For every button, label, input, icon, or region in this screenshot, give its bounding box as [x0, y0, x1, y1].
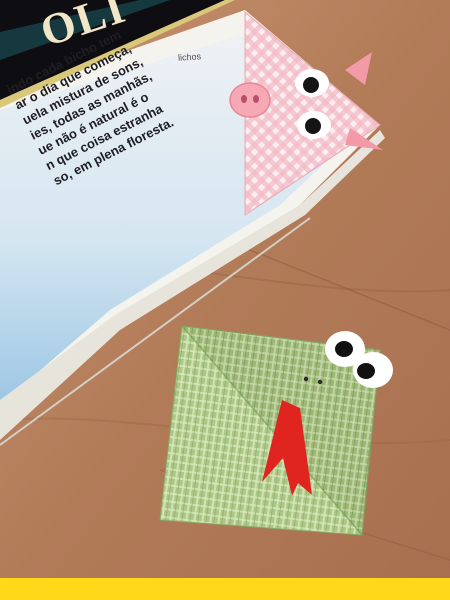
photo-scene: OLI lichos indo cada bicho tem ar o dia … [0, 0, 450, 600]
footer-bar [0, 578, 450, 600]
frog-bookmark [159, 325, 393, 536]
